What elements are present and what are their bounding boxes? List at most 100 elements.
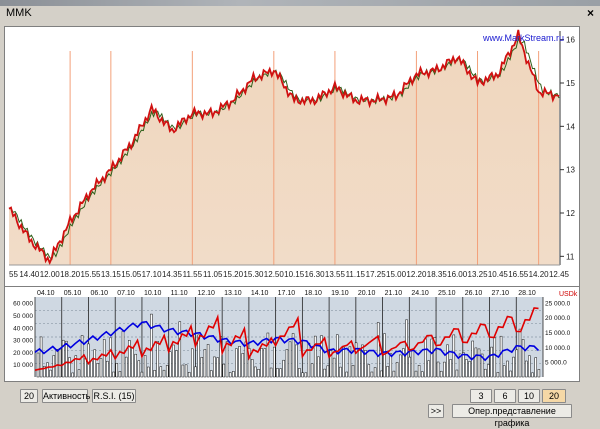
volume-bar	[194, 366, 197, 378]
x-tick-label: 14.40	[19, 270, 40, 279]
volume-bar	[474, 347, 478, 378]
volume-bar	[124, 356, 128, 378]
range-10d-button[interactable]: 10 дн.	[518, 389, 540, 413]
volume-bar	[525, 360, 528, 378]
volume-bar	[301, 372, 304, 378]
window-title: MMK	[6, 7, 32, 19]
volume-bar	[531, 372, 534, 378]
operational-view-button[interactable]: Опер.представление графика	[452, 404, 572, 428]
volume-bar	[496, 372, 500, 378]
x-tick-label: 17.10	[142, 270, 163, 279]
volume-bar	[446, 344, 449, 378]
right-axis-label: 25 000.0	[545, 300, 571, 307]
title-bar: MMK ×	[0, 6, 600, 22]
volume-bar	[269, 367, 273, 378]
range-3d-button[interactable]: 3 дн.	[470, 389, 492, 413]
x-tick-label: 11.15	[346, 270, 366, 279]
volume-bar	[395, 362, 399, 378]
volume-bar	[427, 360, 430, 378]
volume-bar	[118, 371, 122, 378]
date-label: 06.10	[90, 290, 108, 297]
date-label: 28.10	[518, 290, 536, 297]
scroll-forward-button[interactable]: >>	[428, 404, 444, 418]
close-icon[interactable]: ×	[587, 6, 594, 20]
x-tick-label: 13.15	[101, 270, 122, 279]
activity-button[interactable]: Активность	[42, 389, 90, 403]
volume-bar	[257, 369, 260, 378]
x-tick-label: 12.00	[40, 270, 61, 279]
volume-bar	[487, 364, 490, 378]
volume-bar	[386, 366, 389, 378]
volume-bar	[169, 351, 172, 378]
y-tick-label: 11	[566, 252, 575, 261]
x-tick-label: 14.35	[162, 270, 183, 279]
range-6d-button[interactable]: 6 дн.	[494, 389, 516, 413]
volume-bar	[307, 342, 311, 378]
volume-bar	[332, 357, 336, 378]
x-tick-label: 15.00	[386, 270, 407, 279]
left-axis-label: 10 000	[13, 362, 33, 369]
volume-bar	[263, 348, 267, 378]
volume-bar	[68, 357, 71, 378]
date-label: 04.10	[37, 290, 55, 297]
volume-bar	[537, 369, 541, 378]
site-link[interactable]: www.MarkStream.ru	[482, 33, 564, 43]
x-tick-label: 17.25	[366, 270, 387, 279]
price-chart: 16 15 14 13 12 11 55 14.40 12.00 18.20 15.55 13.15…	[5, 27, 579, 293]
left-axis-label: 20 000	[13, 350, 33, 357]
rsi-button[interactable]: R.S.I. (15)	[92, 389, 136, 403]
range-20d-button[interactable]: 20 дн.	[542, 389, 566, 413]
volume-bar	[175, 350, 178, 378]
volume-bar	[484, 368, 487, 378]
volume-bar	[288, 341, 292, 378]
volume-bar	[411, 349, 415, 378]
volume-bar	[137, 360, 141, 378]
volume-bar	[134, 353, 137, 378]
volume-bar	[203, 349, 207, 378]
volume-bar	[200, 357, 204, 378]
volume-bar	[156, 341, 159, 378]
volume-bar	[109, 337, 112, 378]
volume-bar	[380, 370, 383, 378]
x-tick-label: 11.05	[203, 270, 223, 279]
volume-bar	[184, 364, 188, 378]
volume-bar	[273, 346, 276, 378]
x-tick-label: 11.55	[183, 270, 203, 279]
date-label: 27.10	[492, 290, 510, 297]
date-label: 12.10	[197, 290, 215, 297]
x-tick-label: 13.25	[468, 270, 489, 279]
date-label: 24.10	[411, 290, 429, 297]
volume-bar	[102, 339, 106, 378]
volume-bar	[373, 367, 377, 378]
volume-bar	[298, 368, 301, 378]
volume-bar	[282, 359, 285, 378]
left-axis-label: 60 000	[13, 301, 33, 308]
right-axis-label: 5 000.0	[545, 360, 567, 367]
volume-bar	[131, 347, 134, 378]
volume-bar	[521, 339, 525, 378]
volume-bar	[443, 361, 446, 378]
period-input[interactable]: 20	[20, 389, 38, 403]
x-tick-label: 10.15	[284, 270, 305, 279]
volume-bar	[421, 371, 424, 378]
volume-bar	[77, 369, 81, 378]
volume-chart: 04.10 05.10 06.10 07.10 10.10 11.10 12.10 13.10…	[13, 290, 578, 378]
x-tick-label: 15.55	[80, 270, 101, 279]
date-label: 07.10	[117, 290, 135, 297]
volume-bar	[313, 335, 317, 378]
volume-bar	[58, 348, 62, 378]
x-tick-label: 13.55	[325, 270, 346, 279]
volume-bar	[150, 313, 153, 378]
volume-bar	[216, 357, 219, 378]
volume-chart-panel: 04.10 05.10 06.10 07.10 10.10 11.10 12.10 13.10…	[4, 286, 580, 382]
left-axis-label: 30 000	[13, 338, 33, 345]
volume-bar	[449, 359, 452, 378]
right-axis-label: 15 000.0	[545, 330, 571, 337]
volume-bar	[232, 371, 235, 378]
volume-bar	[304, 372, 308, 378]
volume-bar	[178, 321, 182, 378]
volume-bar	[351, 365, 355, 378]
volume-bar	[414, 370, 418, 378]
volume-bar	[225, 341, 229, 378]
x-tick-label: 12.45	[549, 270, 570, 279]
